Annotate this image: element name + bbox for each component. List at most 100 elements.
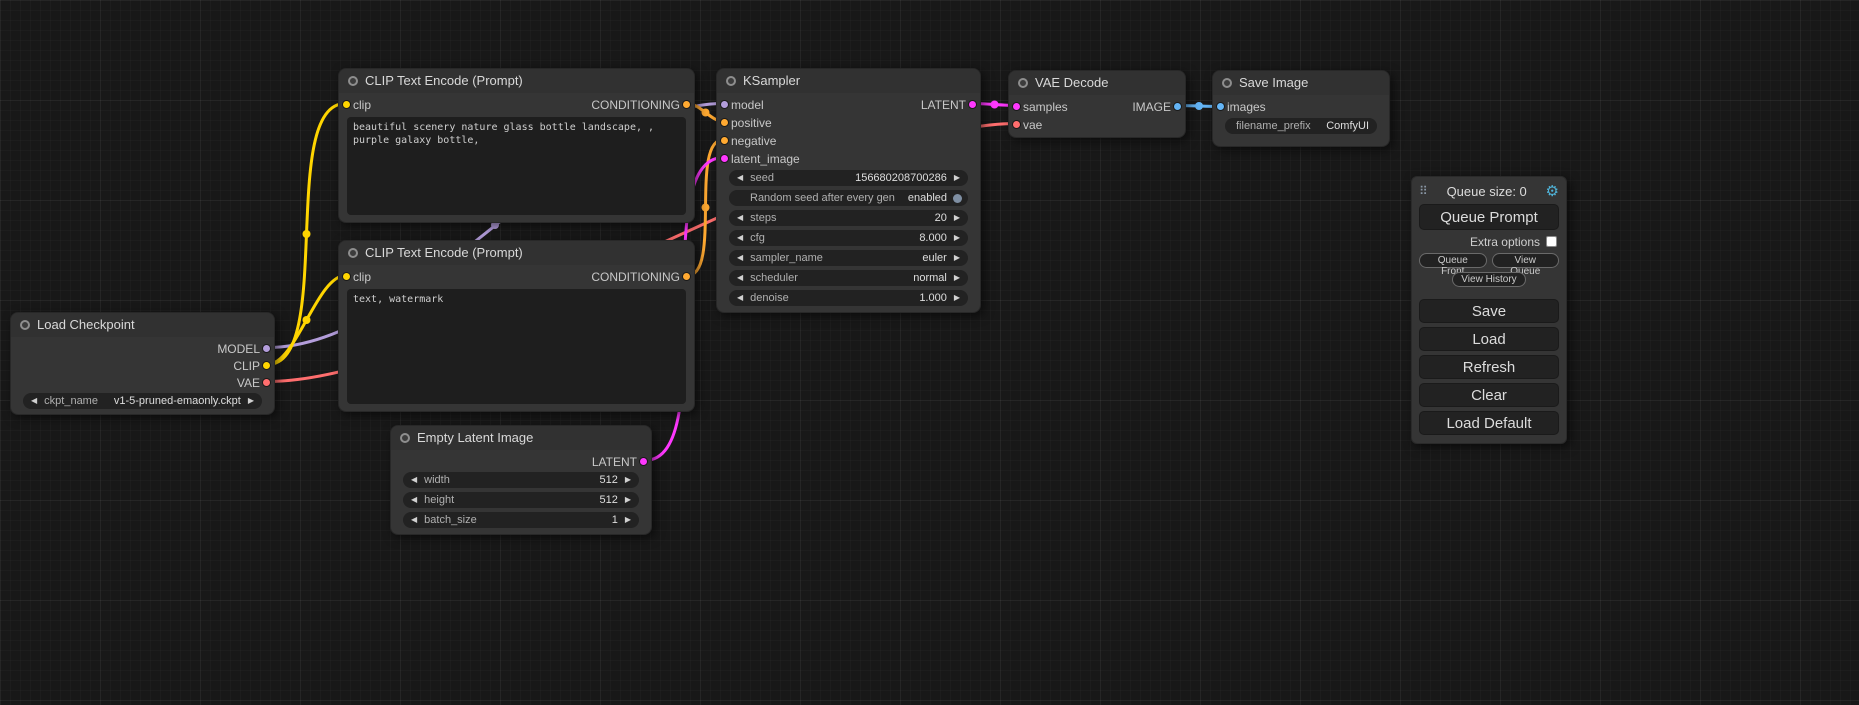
widget-sampler-name[interactable]: ◀ sampler_name euler ▶ xyxy=(729,250,968,266)
wire-midpoint-dot xyxy=(303,230,311,238)
queue-front-button[interactable]: Queue Front xyxy=(1419,253,1487,268)
node-title-bar[interactable]: KSampler xyxy=(717,69,980,93)
input-port-vae[interactable] xyxy=(1012,120,1021,129)
input-port-samples[interactable] xyxy=(1012,102,1021,111)
arrow-left-icon[interactable]: ◀ xyxy=(409,512,419,528)
widget-filename-prefix[interactable]: filename_prefix ComfyUI xyxy=(1225,118,1377,134)
refresh-button[interactable]: Refresh xyxy=(1419,355,1559,379)
arrow-left-icon[interactable]: ◀ xyxy=(735,250,745,266)
node-title-text: CLIP Text Encode (Prompt) xyxy=(365,245,523,260)
arrow-right-icon[interactable]: ▶ xyxy=(952,210,962,226)
node-clip-text-encode-negative[interactable]: CLIP Text Encode (Prompt) clip CONDITION… xyxy=(338,240,695,412)
input-label-clip: clip xyxy=(353,270,371,284)
widget-seed[interactable]: ◀ seed 156680208700286 ▶ xyxy=(729,170,968,186)
widget-batch-size[interactable]: ◀ batch_size 1 ▶ xyxy=(403,512,639,528)
arrow-left-icon[interactable]: ◀ xyxy=(735,230,745,246)
load-default-button[interactable]: Load Default xyxy=(1419,411,1559,435)
output-port-latent[interactable] xyxy=(639,457,648,466)
drag-handle-icon[interactable]: ⠿ xyxy=(1419,184,1428,198)
arrow-right-icon[interactable]: ▶ xyxy=(952,170,962,186)
wire-midpoint-dot xyxy=(991,101,999,109)
widget-label: seed xyxy=(750,172,774,184)
arrow-left-icon[interactable]: ◀ xyxy=(735,270,745,286)
load-button[interactable]: Load xyxy=(1419,327,1559,351)
input-label-clip: clip xyxy=(353,98,371,112)
arrow-right-icon[interactable]: ▶ xyxy=(623,472,633,488)
collapse-dot-icon[interactable] xyxy=(1222,78,1232,88)
node-save-image[interactable]: Save Image images filename_prefix ComfyU… xyxy=(1212,70,1390,147)
input-port-positive[interactable] xyxy=(720,118,729,127)
view-queue-button[interactable]: View Queue xyxy=(1492,253,1560,268)
input-port-clip[interactable] xyxy=(342,272,351,281)
widget-denoise[interactable]: ◀ denoise 1.000 ▶ xyxy=(729,290,968,306)
arrow-left-icon[interactable]: ◀ xyxy=(735,210,745,226)
widget-label: filename_prefix xyxy=(1236,120,1311,132)
arrow-right-icon[interactable]: ▶ xyxy=(246,393,256,409)
save-button[interactable]: Save xyxy=(1419,299,1559,323)
node-title-bar[interactable]: Empty Latent Image xyxy=(391,426,651,450)
graph-canvas[interactable]: Load Checkpoint MODEL CLIP VAE ◀ ckpt_na… xyxy=(0,0,1859,705)
collapse-dot-icon[interactable] xyxy=(400,433,410,443)
output-label-latent: LATENT xyxy=(921,98,966,112)
collapse-dot-icon[interactable] xyxy=(348,248,358,258)
node-title-bar[interactable]: CLIP Text Encode (Prompt) xyxy=(339,241,694,265)
node-clip-text-encode-positive[interactable]: CLIP Text Encode (Prompt) clip CONDITION… xyxy=(338,68,695,223)
queue-prompt-button[interactable]: Queue Prompt xyxy=(1419,204,1559,230)
arrow-right-icon[interactable]: ▶ xyxy=(623,492,633,508)
output-port-model[interactable] xyxy=(262,344,271,353)
arrow-right-icon[interactable]: ▶ xyxy=(952,290,962,306)
node-empty-latent-image[interactable]: Empty Latent Image LATENT ◀ width 512 ▶ … xyxy=(390,425,652,535)
widget-label: denoise xyxy=(750,292,789,304)
toggle-indicator-icon[interactable] xyxy=(953,194,962,203)
arrow-left-icon[interactable]: ◀ xyxy=(409,492,419,508)
widget-ckpt-name[interactable]: ◀ ckpt_name v1-5-pruned-emaonly.ckpt ▶ xyxy=(23,393,262,409)
output-port-latent[interactable] xyxy=(968,100,977,109)
widget-steps[interactable]: ◀ steps 20 ▶ xyxy=(729,210,968,226)
arrow-left-icon[interactable]: ◀ xyxy=(735,290,745,306)
collapse-dot-icon[interactable] xyxy=(1018,78,1028,88)
widget-scheduler[interactable]: ◀ scheduler normal ▶ xyxy=(729,270,968,286)
widget-value: 1.000 xyxy=(919,292,947,304)
node-ksampler[interactable]: KSampler model LATENT positive negative … xyxy=(716,68,981,313)
output-port-image[interactable] xyxy=(1173,102,1182,111)
collapse-dot-icon[interactable] xyxy=(348,76,358,86)
node-title-bar[interactable]: VAE Decode xyxy=(1009,71,1185,95)
settings-gear-icon[interactable]: ⚙ xyxy=(1546,184,1559,199)
output-port-conditioning[interactable] xyxy=(682,272,691,281)
arrow-right-icon[interactable]: ▶ xyxy=(952,270,962,286)
widget-height[interactable]: ◀ height 512 ▶ xyxy=(403,492,639,508)
widget-value: 156680208700286 xyxy=(855,172,947,184)
input-label-negative: negative xyxy=(731,134,776,148)
extra-options-label: Extra options xyxy=(1470,235,1540,249)
widget-width[interactable]: ◀ width 512 ▶ xyxy=(403,472,639,488)
input-label-model: model xyxy=(731,98,764,112)
widget-random-seed-toggle[interactable]: Random seed after every gen enabled xyxy=(729,190,968,206)
extra-options-checkbox[interactable] xyxy=(1546,236,1557,247)
arrow-right-icon[interactable]: ▶ xyxy=(952,250,962,266)
collapse-dot-icon[interactable] xyxy=(20,320,30,330)
input-port-model[interactable] xyxy=(720,100,729,109)
input-port-clip[interactable] xyxy=(342,100,351,109)
input-port-latent-image[interactable] xyxy=(720,154,729,163)
prompt-textarea[interactable]: beautiful scenery nature glass bottle la… xyxy=(347,117,686,215)
input-port-images[interactable] xyxy=(1216,102,1225,111)
arrow-right-icon[interactable]: ▶ xyxy=(952,230,962,246)
node-title-bar[interactable]: Load Checkpoint xyxy=(11,313,274,337)
collapse-dot-icon[interactable] xyxy=(726,76,736,86)
input-port-negative[interactable] xyxy=(720,136,729,145)
arrow-left-icon[interactable]: ◀ xyxy=(409,472,419,488)
arrow-left-icon[interactable]: ◀ xyxy=(735,170,745,186)
arrow-left-icon[interactable]: ◀ xyxy=(29,393,39,409)
arrow-right-icon[interactable]: ▶ xyxy=(623,512,633,528)
node-vae-decode[interactable]: VAE Decode samples IMAGE vae xyxy=(1008,70,1186,138)
node-title-bar[interactable]: Save Image xyxy=(1213,71,1389,95)
widget-cfg[interactable]: ◀ cfg 8.000 ▶ xyxy=(729,230,968,246)
node-load-checkpoint[interactable]: Load Checkpoint MODEL CLIP VAE ◀ ckpt_na… xyxy=(10,312,275,415)
prompt-textarea[interactable]: text, watermark xyxy=(347,289,686,404)
output-port-conditioning[interactable] xyxy=(682,100,691,109)
clear-button[interactable]: Clear xyxy=(1419,383,1559,407)
node-title-bar[interactable]: CLIP Text Encode (Prompt) xyxy=(339,69,694,93)
output-port-clip[interactable] xyxy=(262,361,271,370)
view-history-button[interactable]: View History xyxy=(1452,272,1525,287)
output-port-vae[interactable] xyxy=(262,378,271,387)
